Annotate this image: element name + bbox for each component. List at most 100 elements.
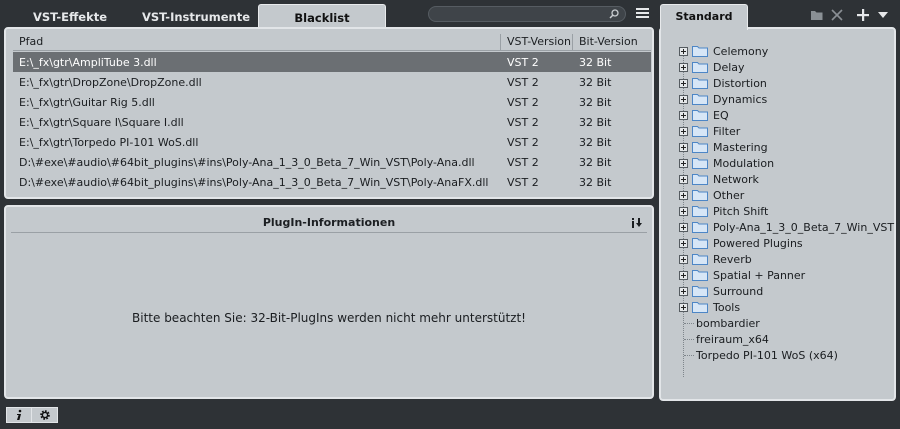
cell-path: D:\#exe\#audio\#64bit_plugins\#ins\Poly-… — [19, 155, 475, 169]
expand-icon[interactable] — [679, 158, 688, 168]
tree-folder-label: EQ — [713, 108, 729, 122]
cell-vst-version: VST 2 — [507, 55, 539, 69]
tree-folder-label: Delay — [713, 60, 745, 74]
tree-folder-label: Powered Plugins — [713, 236, 803, 250]
folder-icon — [692, 94, 708, 105]
expand-icon[interactable] — [679, 126, 688, 136]
table-row[interactable]: D:\#exe\#audio\#64bit_plugins\#ins\Poly-… — [13, 152, 651, 172]
folder-icon — [692, 222, 708, 233]
settings-button[interactable] — [32, 407, 58, 423]
close-icon[interactable] — [830, 8, 844, 22]
tree-folder-item[interactable]: Distortion — [679, 75, 894, 91]
expand-icon[interactable] — [679, 222, 688, 232]
plus-icon[interactable] — [856, 8, 870, 22]
menu-icon[interactable] — [636, 8, 649, 19]
tree-folder-item[interactable]: EQ — [679, 107, 894, 123]
table-row[interactable]: E:\_fx\gtr\DropZone\DropZone.dll VST 2 3… — [13, 72, 651, 92]
folder-icon — [692, 62, 708, 73]
cell-path: E:\_fx\gtr\DropZone\DropZone.dll — [19, 75, 202, 89]
folder-icon[interactable] — [810, 8, 824, 22]
tree-folder-item[interactable]: Mastering — [679, 139, 894, 155]
expand-icon[interactable] — [679, 270, 688, 280]
cell-path: E:\_fx\gtr\Guitar Rig 5.dll — [19, 95, 155, 109]
bottom-toolbar — [6, 407, 58, 423]
dropdown-icon[interactable] — [876, 8, 890, 22]
tree-folder-item[interactable]: Poly-Ana_1_3_0_Beta_7_Win_VST — [679, 219, 894, 235]
tree-folder-item[interactable]: Reverb — [679, 251, 894, 267]
search-input[interactable] — [428, 6, 626, 22]
tree-folder-item[interactable]: Powered Plugins — [679, 235, 894, 251]
cell-path: E:\_fx\gtr\Square I\Square I.dll — [19, 115, 184, 129]
tree-folder-item[interactable]: Dynamics — [679, 91, 894, 107]
tree-folder-label: Surround — [713, 284, 764, 298]
search-icon[interactable] — [609, 9, 619, 19]
tab-standard[interactable]: Standard — [660, 4, 748, 30]
cell-bit-version: 32 Bit — [579, 115, 612, 129]
expand-icon[interactable] — [679, 142, 688, 152]
folder-icon — [692, 46, 708, 57]
tab-vst-instrumente[interactable]: VST-Instrumente — [136, 6, 256, 28]
cell-bit-version: 32 Bit — [579, 55, 612, 69]
tree-folder-item[interactable]: Tools — [679, 299, 894, 315]
expand-icon[interactable] — [679, 94, 688, 104]
tree-folder-item[interactable]: Delay — [679, 59, 894, 75]
expand-icon[interactable] — [679, 302, 688, 312]
column-header-bit-version[interactable]: Bit-Version — [573, 34, 649, 51]
expand-icon[interactable] — [679, 62, 688, 72]
table-row[interactable]: E:\_fx\gtr\Guitar Rig 5.dll VST 2 32 Bit — [13, 92, 651, 112]
info-download-icon[interactable] — [630, 216, 644, 230]
tree-plugin-label: bombardier — [696, 316, 760, 330]
table-row[interactable]: E:\_fx\gtr\Square I\Square I.dll VST 2 3… — [13, 112, 651, 132]
tree-plugin-item[interactable]: freiraum_x64 — [679, 331, 894, 347]
tree-folder-item[interactable]: Pitch Shift — [679, 203, 894, 219]
table-header: Pfad VST-Version Bit-Version — [13, 34, 651, 51]
cell-vst-version: VST 2 — [507, 95, 539, 109]
cell-vst-version: VST 2 — [507, 155, 539, 169]
tree-folder-item[interactable]: Filter — [679, 123, 894, 139]
expand-icon[interactable] — [679, 110, 688, 120]
folder-icon — [692, 126, 708, 137]
table-body: E:\_fx\gtr\AmpliTube 3.dll VST 2 32 Bit … — [13, 52, 651, 192]
tree-folder-label: Filter — [713, 124, 741, 138]
blacklist-notice: Bitte beachten Sie: 32-Bit-PlugIns werde… — [132, 311, 526, 325]
tree-folder-item[interactable]: Spatial + Panner — [679, 267, 894, 283]
tree-folder-label: Celemony — [713, 44, 769, 58]
table-row[interactable]: D:\#exe\#audio\#64bit_plugins\#ins\Poly-… — [13, 172, 651, 192]
tree-folder-item[interactable]: Network — [679, 171, 894, 187]
info-button[interactable] — [6, 407, 32, 423]
column-header-vst-version[interactable]: VST-Version — [501, 34, 573, 51]
expand-icon[interactable] — [679, 46, 688, 56]
tree-plugin-item[interactable]: Torpedo PI-101 WoS (x64) — [679, 347, 894, 363]
folder-icon — [692, 238, 708, 249]
expand-icon[interactable] — [679, 174, 688, 184]
tree-folder-item[interactable]: Other — [679, 187, 894, 203]
tree-folder-item[interactable]: Surround — [679, 283, 894, 299]
tree-folder-label: Distortion — [713, 76, 767, 90]
column-header-path[interactable]: Pfad — [13, 34, 501, 51]
expand-icon[interactable] — [679, 190, 688, 200]
table-row[interactable]: E:\_fx\gtr\Torpedo PI-101 WoS.dll VST 2 … — [13, 132, 651, 152]
expand-icon[interactable] — [679, 254, 688, 264]
folder-icon — [692, 174, 708, 185]
tree-plugin-item[interactable]: bombardier — [679, 315, 894, 331]
gear-icon — [39, 410, 50, 420]
tab-vst-effekte[interactable]: VST-Effekte — [22, 6, 118, 28]
tree-folder-item[interactable]: Modulation — [679, 155, 894, 171]
tree-folder-label: Reverb — [713, 252, 752, 266]
tree-toolbar — [810, 7, 890, 23]
table-row[interactable]: E:\_fx\gtr\AmpliTube 3.dll VST 2 32 Bit — [13, 52, 651, 72]
expand-icon[interactable] — [679, 238, 688, 248]
folder-icon — [692, 158, 708, 169]
blacklist-panel: Pfad VST-Version Bit-Version E:\_fx\gtr\… — [4, 27, 654, 199]
expand-icon[interactable] — [679, 286, 688, 296]
expand-icon[interactable] — [679, 78, 688, 88]
plugin-collection-tree-panel: Celemony Delay Distortion Dynamics EQ Filter M… — [659, 27, 896, 401]
tree-folder-label: Tools — [713, 300, 741, 314]
folder-icon — [692, 286, 708, 297]
folder-icon — [692, 142, 708, 153]
tree-folder-label: Poly-Ana_1_3_0_Beta_7_Win_VST — [713, 220, 895, 234]
tree-folder-item[interactable]: Celemony — [679, 43, 894, 59]
plugin-info-panel: PlugIn-Informationen Bitte beachten Sie:… — [4, 205, 654, 399]
tab-bar: VST-Effekte VST-Instrumente Blacklist — [0, 0, 655, 30]
expand-icon[interactable] — [679, 206, 688, 216]
